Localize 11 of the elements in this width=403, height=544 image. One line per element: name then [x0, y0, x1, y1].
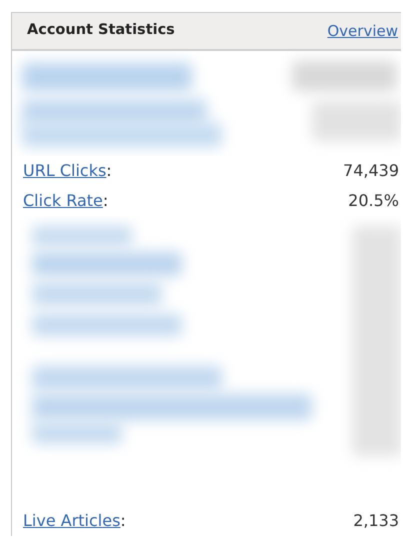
stat-value: 2,133: [353, 510, 399, 532]
stat-link[interactable]: URL Clicks: [23, 156, 106, 186]
stat-value: 20.5%: [348, 190, 399, 212]
panel-title: Account Statistics: [27, 21, 175, 40]
colon-text: :: [102, 190, 108, 212]
colon-text: :: [120, 510, 126, 532]
stat-link[interactable]: Click Rate: [23, 186, 103, 216]
colon-text: :: [106, 160, 112, 182]
stat-value: 74,439: [343, 160, 399, 182]
stat-link[interactable]: Live Articles: [23, 506, 120, 536]
overview-link[interactable]: Overview: [327, 20, 401, 42]
